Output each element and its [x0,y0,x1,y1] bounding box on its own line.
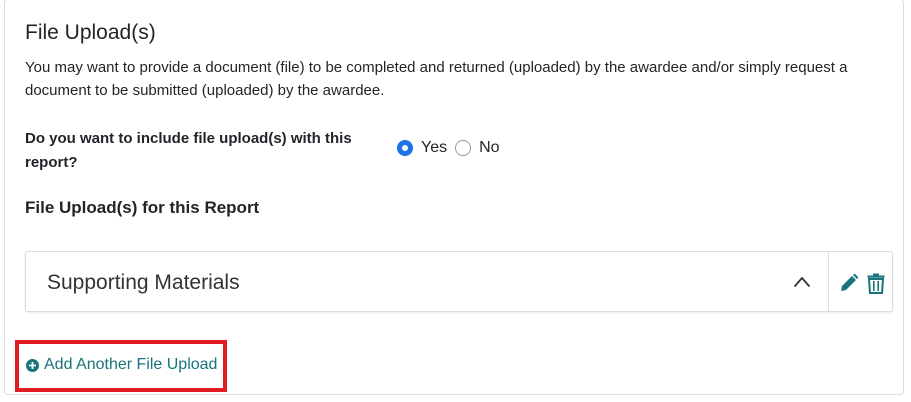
uploads-heading: File Upload(s) for this Report [25,198,260,217]
radio-yes-label[interactable]: Yes [421,139,447,157]
include-upload-radio-group: Yes No [397,139,508,157]
upload-item-title[interactable]: Supporting Materials [47,271,240,295]
chevron-up-icon[interactable] [792,272,812,292]
upload-accordion-item[interactable]: Supporting Materials [25,251,893,312]
pencil-icon[interactable] [839,273,859,293]
file-upload-panel: File Upload(s) You may want to provide a… [4,0,904,395]
accordion-divider [828,252,829,311]
section-title: File Upload(s) [25,21,156,44]
radio-no-label[interactable]: No [479,139,499,157]
trash-icon[interactable] [867,273,885,294]
radio-yes[interactable] [397,140,413,156]
add-file-upload-label[interactable]: Add Another File Upload [44,356,217,374]
include-upload-question: Do you want to include file upload(s) wi… [25,130,352,171]
section-description: You may want to provide a document (file… [25,59,848,99]
add-file-upload-link[interactable]: Add Another File Upload [26,356,217,374]
radio-no[interactable] [455,140,472,156]
plus-circle-icon [26,358,39,372]
